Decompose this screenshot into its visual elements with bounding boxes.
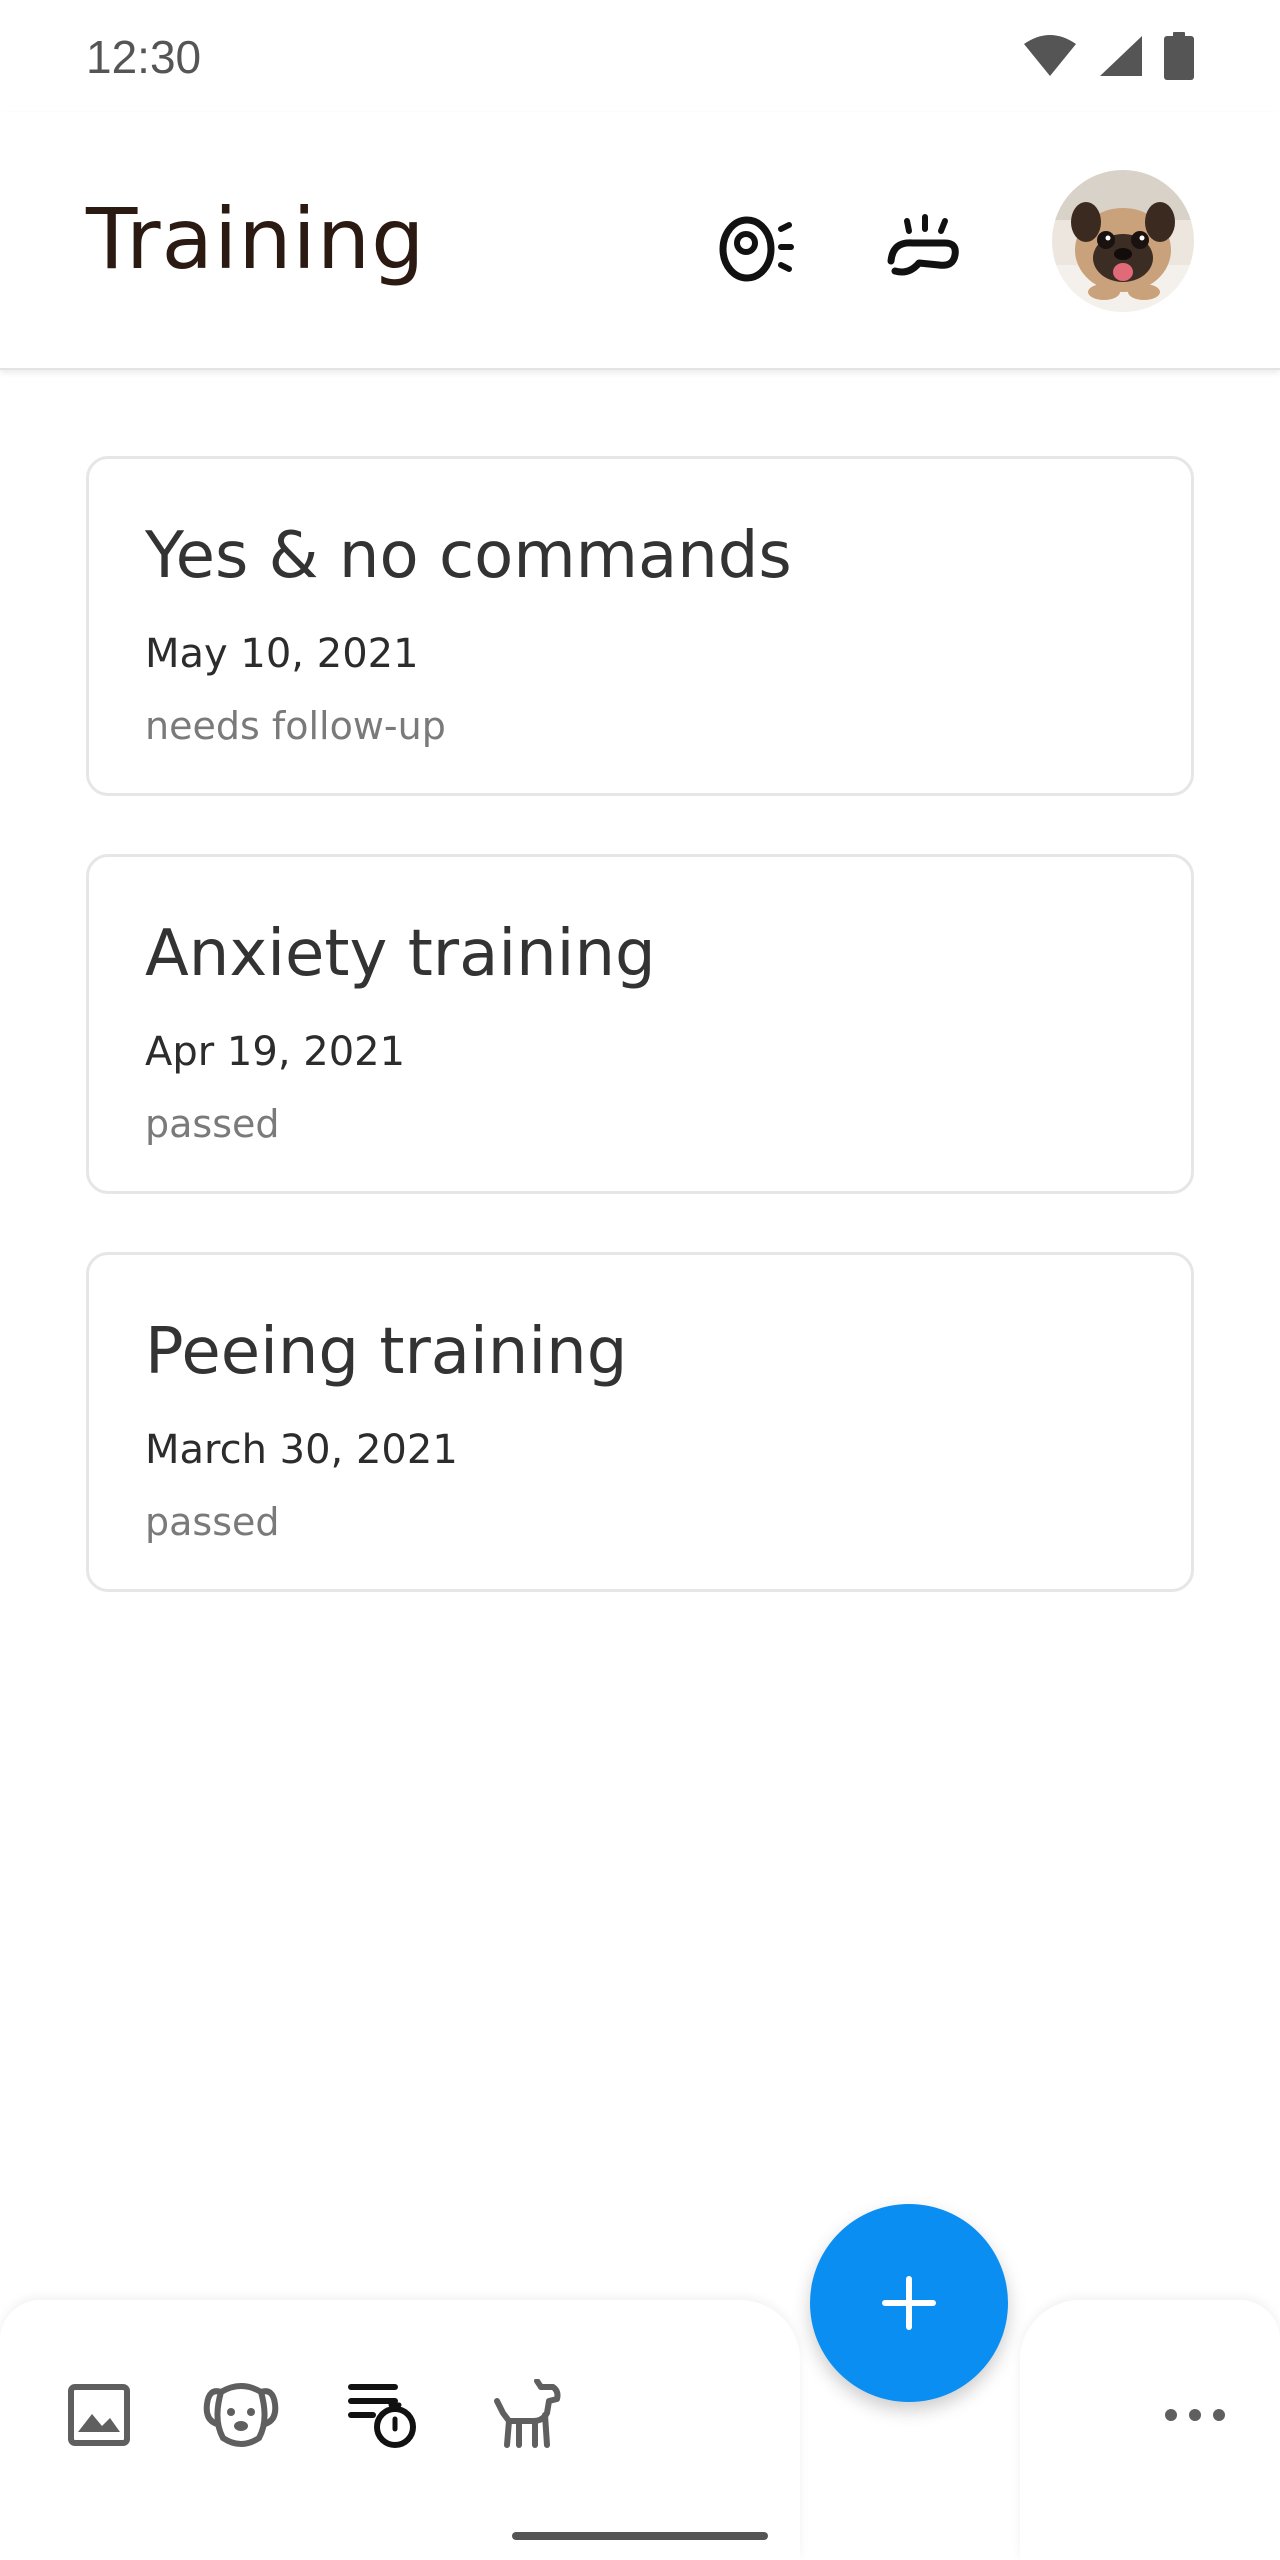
- bottom-navigation: [0, 2300, 1280, 2560]
- bottom-nav-left-panel: [0, 2300, 800, 2560]
- plus-icon: [882, 2276, 936, 2330]
- more-horizontal-icon: [1165, 2409, 1225, 2421]
- nav-item-training[interactable]: [338, 2370, 428, 2460]
- signal-icon: [1100, 36, 1142, 76]
- bottom-nav-right-panel: [1020, 2300, 1280, 2560]
- card-title: Peeing training: [145, 1315, 628, 1389]
- more-button[interactable]: [1150, 2370, 1240, 2460]
- status-icons: [1022, 32, 1194, 80]
- status-time: 12:30: [86, 31, 202, 83]
- wifi-icon: [1024, 35, 1076, 76]
- nav-item-dog-face[interactable]: [196, 2370, 286, 2460]
- battery-icon: [1164, 32, 1194, 80]
- card-status: passed: [145, 1102, 280, 1146]
- card-date: Apr 19, 2021: [145, 1029, 406, 1075]
- dog-treat-button[interactable]: [878, 204, 968, 294]
- card-title: Yes & no commands: [145, 519, 792, 593]
- page-title: Training: [86, 190, 426, 288]
- pug-avatar-icon: [1052, 170, 1194, 312]
- gallery-icon: [68, 2384, 130, 2446]
- card-status: passed: [145, 1500, 280, 1544]
- dog-icon: [494, 2379, 561, 2448]
- app-bar: Training: [0, 112, 1280, 370]
- nav-item-gallery[interactable]: [54, 2370, 144, 2460]
- card-date: May 10, 2021: [145, 631, 419, 677]
- nav-item-dog[interactable]: [480, 2370, 570, 2460]
- card-title: Anxiety training: [145, 917, 656, 991]
- training-card[interactable]: Anxiety training Apr 19, 2021 passed: [86, 854, 1194, 1194]
- card-date: March 30, 2021: [145, 1427, 458, 1473]
- avatar[interactable]: [1052, 170, 1194, 312]
- dog-whistle-button[interactable]: [710, 204, 800, 294]
- dog-face-icon: [203, 2383, 279, 2447]
- training-card[interactable]: Peeing training March 30, 2021 passed: [86, 1252, 1194, 1592]
- dog-whistle-icon: [719, 216, 794, 282]
- add-training-button[interactable]: [810, 2204, 1008, 2402]
- training-card[interactable]: Yes & no commands May 10, 2021 needs fol…: [86, 456, 1194, 796]
- card-status: needs follow-up: [145, 704, 446, 748]
- status-bar: 12:30: [0, 0, 1280, 112]
- gesture-navigation-bar[interactable]: [512, 2532, 768, 2540]
- dog-treat-icon: [887, 214, 959, 276]
- training-schedule-icon: [348, 2384, 416, 2448]
